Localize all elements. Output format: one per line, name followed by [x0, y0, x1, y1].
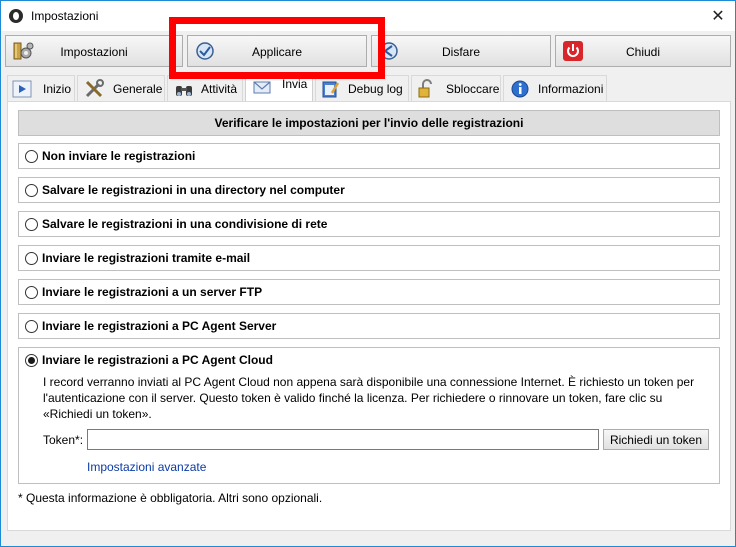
radio-ftp[interactable]	[25, 286, 38, 299]
advanced-settings-link[interactable]: Impostazioni avanzate	[87, 460, 206, 474]
request-token-button[interactable]: Richiedi un token	[603, 429, 709, 450]
mail-icon	[253, 81, 271, 94]
token-input[interactable]	[87, 429, 599, 450]
tab-sbloccare[interactable]: Sbloccare	[411, 75, 501, 101]
red-highlight-annotation	[169, 17, 385, 79]
window-title: Impostazioni	[31, 9, 99, 23]
option-email[interactable]: Inviare le registrazioni tramite e-mail	[18, 245, 720, 271]
tools-icon	[85, 79, 104, 98]
settings-window: Impostazioni ✕ Impostazioni Applicare Di…	[0, 0, 736, 547]
option-no-send[interactable]: Non inviare le registrazioni	[18, 143, 720, 169]
option-network-share[interactable]: Salvare le registrazioni in una condivis…	[18, 211, 720, 237]
radio-agent-cloud[interactable]	[25, 354, 38, 367]
undo-button[interactable]: Disfare	[371, 35, 551, 67]
padlock-icon	[418, 79, 432, 98]
status-bar	[1, 533, 735, 546]
radio-agent-server[interactable]	[25, 320, 38, 333]
tab-generale[interactable]: Generale	[77, 75, 165, 101]
radio-email[interactable]	[25, 252, 38, 265]
tab-informazioni[interactable]: Informazioni	[503, 75, 607, 101]
play-icon	[12, 80, 32, 98]
settings-button-label: Impostazioni	[60, 45, 128, 59]
agent-cloud-label[interactable]: Inviare le registrazioni a PC Agent Clou…	[42, 353, 273, 367]
option-agent-cloud: Inviare le registrazioni a PC Agent Clou…	[18, 347, 720, 484]
send-settings-panel: Verificare le impostazioni per l'invio d…	[7, 101, 731, 531]
window-close-button[interactable]: ✕	[705, 5, 731, 27]
info-icon	[511, 80, 529, 98]
agent-cloud-description: I record verranno inviati al PC Agent Cl…	[43, 375, 695, 421]
notepad-icon	[322, 81, 340, 98]
close-button-label: Chiudi	[625, 45, 661, 59]
section-header: Verificare le impostazioni per l'invio d…	[18, 110, 720, 136]
option-ftp[interactable]: Inviare le registrazioni a un server FTP	[18, 279, 720, 305]
undo-button-label: Disfare	[441, 45, 480, 59]
option-save-directory[interactable]: Salvare le registrazioni in una director…	[18, 177, 720, 203]
radio-network-share[interactable]	[25, 218, 38, 231]
tab-inizio[interactable]: Inizio	[7, 75, 75, 101]
app-logo-icon	[9, 9, 23, 23]
radio-save-directory[interactable]	[25, 184, 38, 197]
radio-no-send[interactable]	[25, 150, 38, 163]
binoculars-icon	[176, 86, 192, 96]
option-agent-server[interactable]: Inviare le registrazioni a PC Agent Serv…	[18, 313, 720, 339]
settings-button[interactable]: Impostazioni	[5, 35, 183, 67]
required-footnote: * Questa informazione è obbligatoria. Al…	[18, 491, 323, 505]
token-label: Token*:	[43, 433, 84, 447]
close-button[interactable]: Chiudi	[555, 35, 731, 67]
